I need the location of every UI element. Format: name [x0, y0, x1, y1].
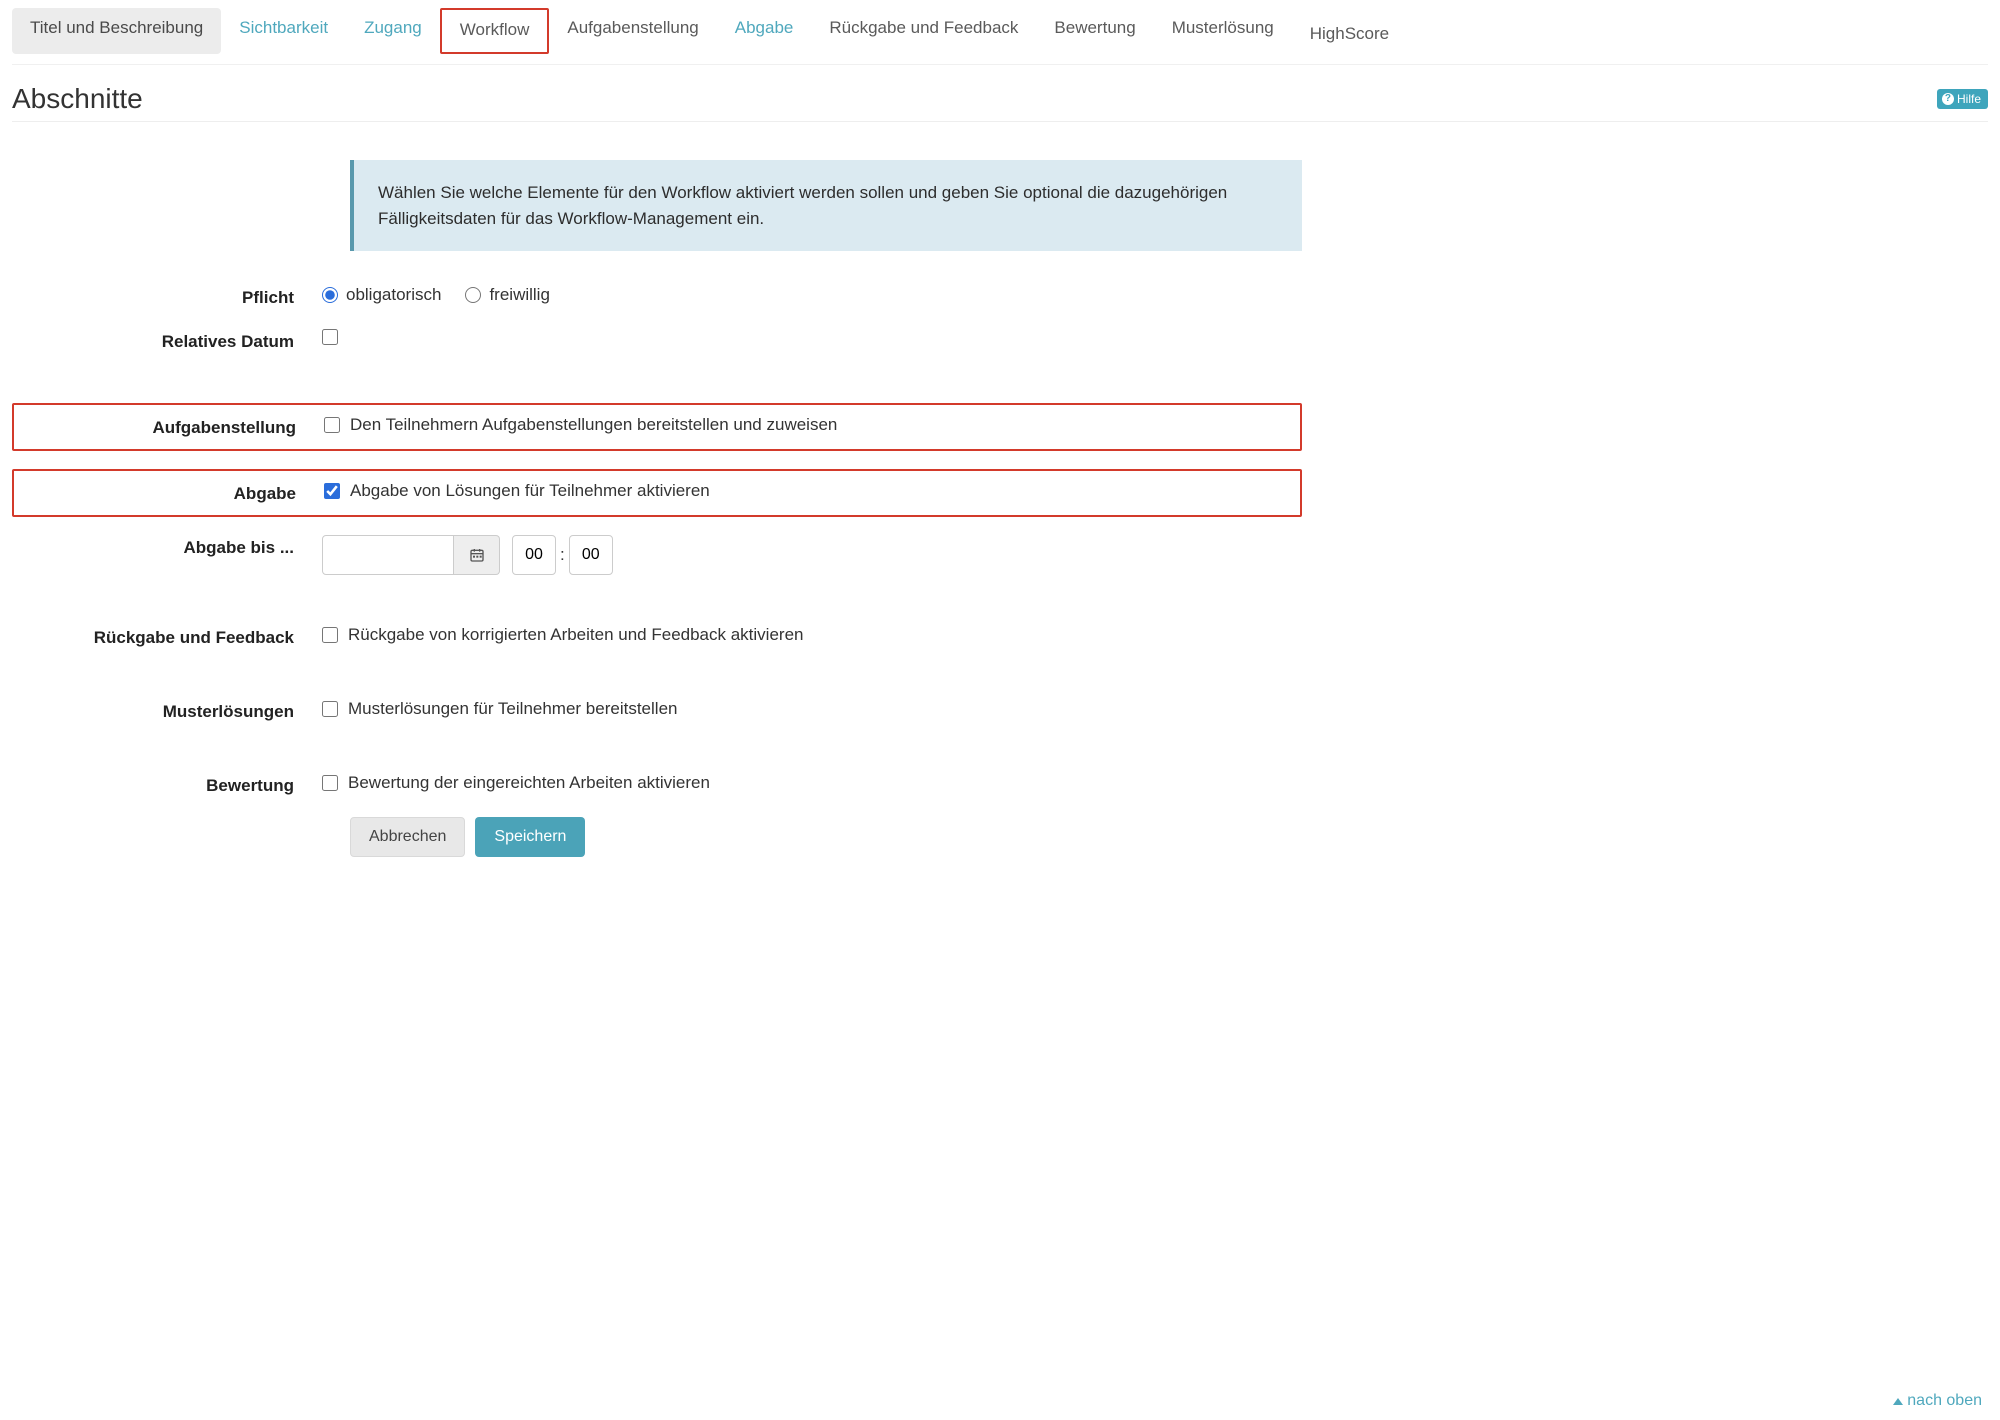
tab-bar: Titel und Beschreibung Sichtbarkeit Zuga…	[12, 8, 1988, 65]
label-abgabe-bis: Abgabe bis ...	[12, 535, 322, 559]
checkbox-abgabe[interactable]	[324, 483, 340, 499]
cancel-button[interactable]: Abbrechen	[350, 817, 465, 857]
checkbox-bewertung[interactable]	[322, 775, 338, 791]
label-abgabe: Abgabe	[14, 481, 324, 505]
input-abgabe-hour[interactable]	[512, 535, 556, 575]
tab-aufgabenstellung[interactable]: Aufgabenstellung	[549, 8, 716, 54]
time-colon: :	[556, 545, 569, 565]
back-to-top-label: nach oben	[1907, 1392, 1982, 1410]
tab-titel-beschreibung[interactable]: Titel und Beschreibung	[12, 8, 221, 54]
checkbox-musterloesungen[interactable]	[322, 701, 338, 717]
radio-freiwillig[interactable]	[465, 287, 481, 303]
tab-musterloesung[interactable]: Musterlösung	[1154, 8, 1292, 54]
tab-highscore[interactable]: HighScore	[1292, 14, 1407, 54]
checkbox-rueckgabe[interactable]	[322, 627, 338, 643]
checkbox-aufgabenstellung[interactable]	[324, 417, 340, 433]
tab-bewertung[interactable]: Bewertung	[1036, 8, 1153, 54]
label-bewertung: Bewertung	[12, 773, 322, 797]
label-rueckgabe: Rückgabe und Feedback	[12, 625, 322, 649]
label-relatives-datum: Relatives Datum	[12, 329, 322, 353]
text-abgabe: Abgabe von Lösungen für Teilnehmer aktiv…	[350, 481, 710, 501]
input-abgabe-date[interactable]	[322, 535, 454, 575]
tab-sichtbarkeit[interactable]: Sichtbarkeit	[221, 8, 346, 54]
label-aufgabenstellung: Aufgabenstellung	[14, 415, 324, 439]
radio-obligatorisch-label: obligatorisch	[346, 285, 441, 305]
page-title: Abschnitte	[12, 83, 143, 115]
help-button[interactable]: ? Hilfe	[1937, 89, 1988, 109]
tab-abgabe[interactable]: Abgabe	[717, 8, 812, 54]
tab-workflow[interactable]: Workflow	[440, 8, 550, 54]
help-icon: ?	[1942, 93, 1954, 105]
checkbox-relatives-datum[interactable]	[322, 329, 338, 345]
text-aufgabenstellung: Den Teilnehmern Aufgabenstellungen berei…	[350, 415, 837, 435]
radio-freiwillig-label: freiwillig	[489, 285, 549, 305]
label-musterloesungen: Musterlösungen	[12, 699, 322, 723]
info-box: Wählen Sie welche Elemente für den Workf…	[350, 160, 1302, 251]
radio-obligatorisch[interactable]	[322, 287, 338, 303]
button-datepicker[interactable]	[454, 535, 500, 575]
save-button[interactable]: Speichern	[475, 817, 585, 857]
tab-rueckgabe-feedback[interactable]: Rückgabe und Feedback	[811, 8, 1036, 54]
text-musterloesungen: Musterlösungen für Teilnehmer bereitstel…	[348, 699, 677, 719]
help-label: Hilfe	[1957, 92, 1981, 106]
tab-zugang[interactable]: Zugang	[346, 8, 440, 54]
text-rueckgabe: Rückgabe von korrigierten Arbeiten und F…	[348, 625, 804, 645]
calendar-icon	[469, 547, 485, 563]
text-bewertung: Bewertung der eingereichten Arbeiten akt…	[348, 773, 710, 793]
label-pflicht: Pflicht	[12, 285, 322, 309]
input-abgabe-minute[interactable]	[569, 535, 613, 575]
chevron-up-icon	[1893, 1398, 1903, 1405]
back-to-top-link[interactable]: nach oben	[1893, 1392, 1982, 1410]
